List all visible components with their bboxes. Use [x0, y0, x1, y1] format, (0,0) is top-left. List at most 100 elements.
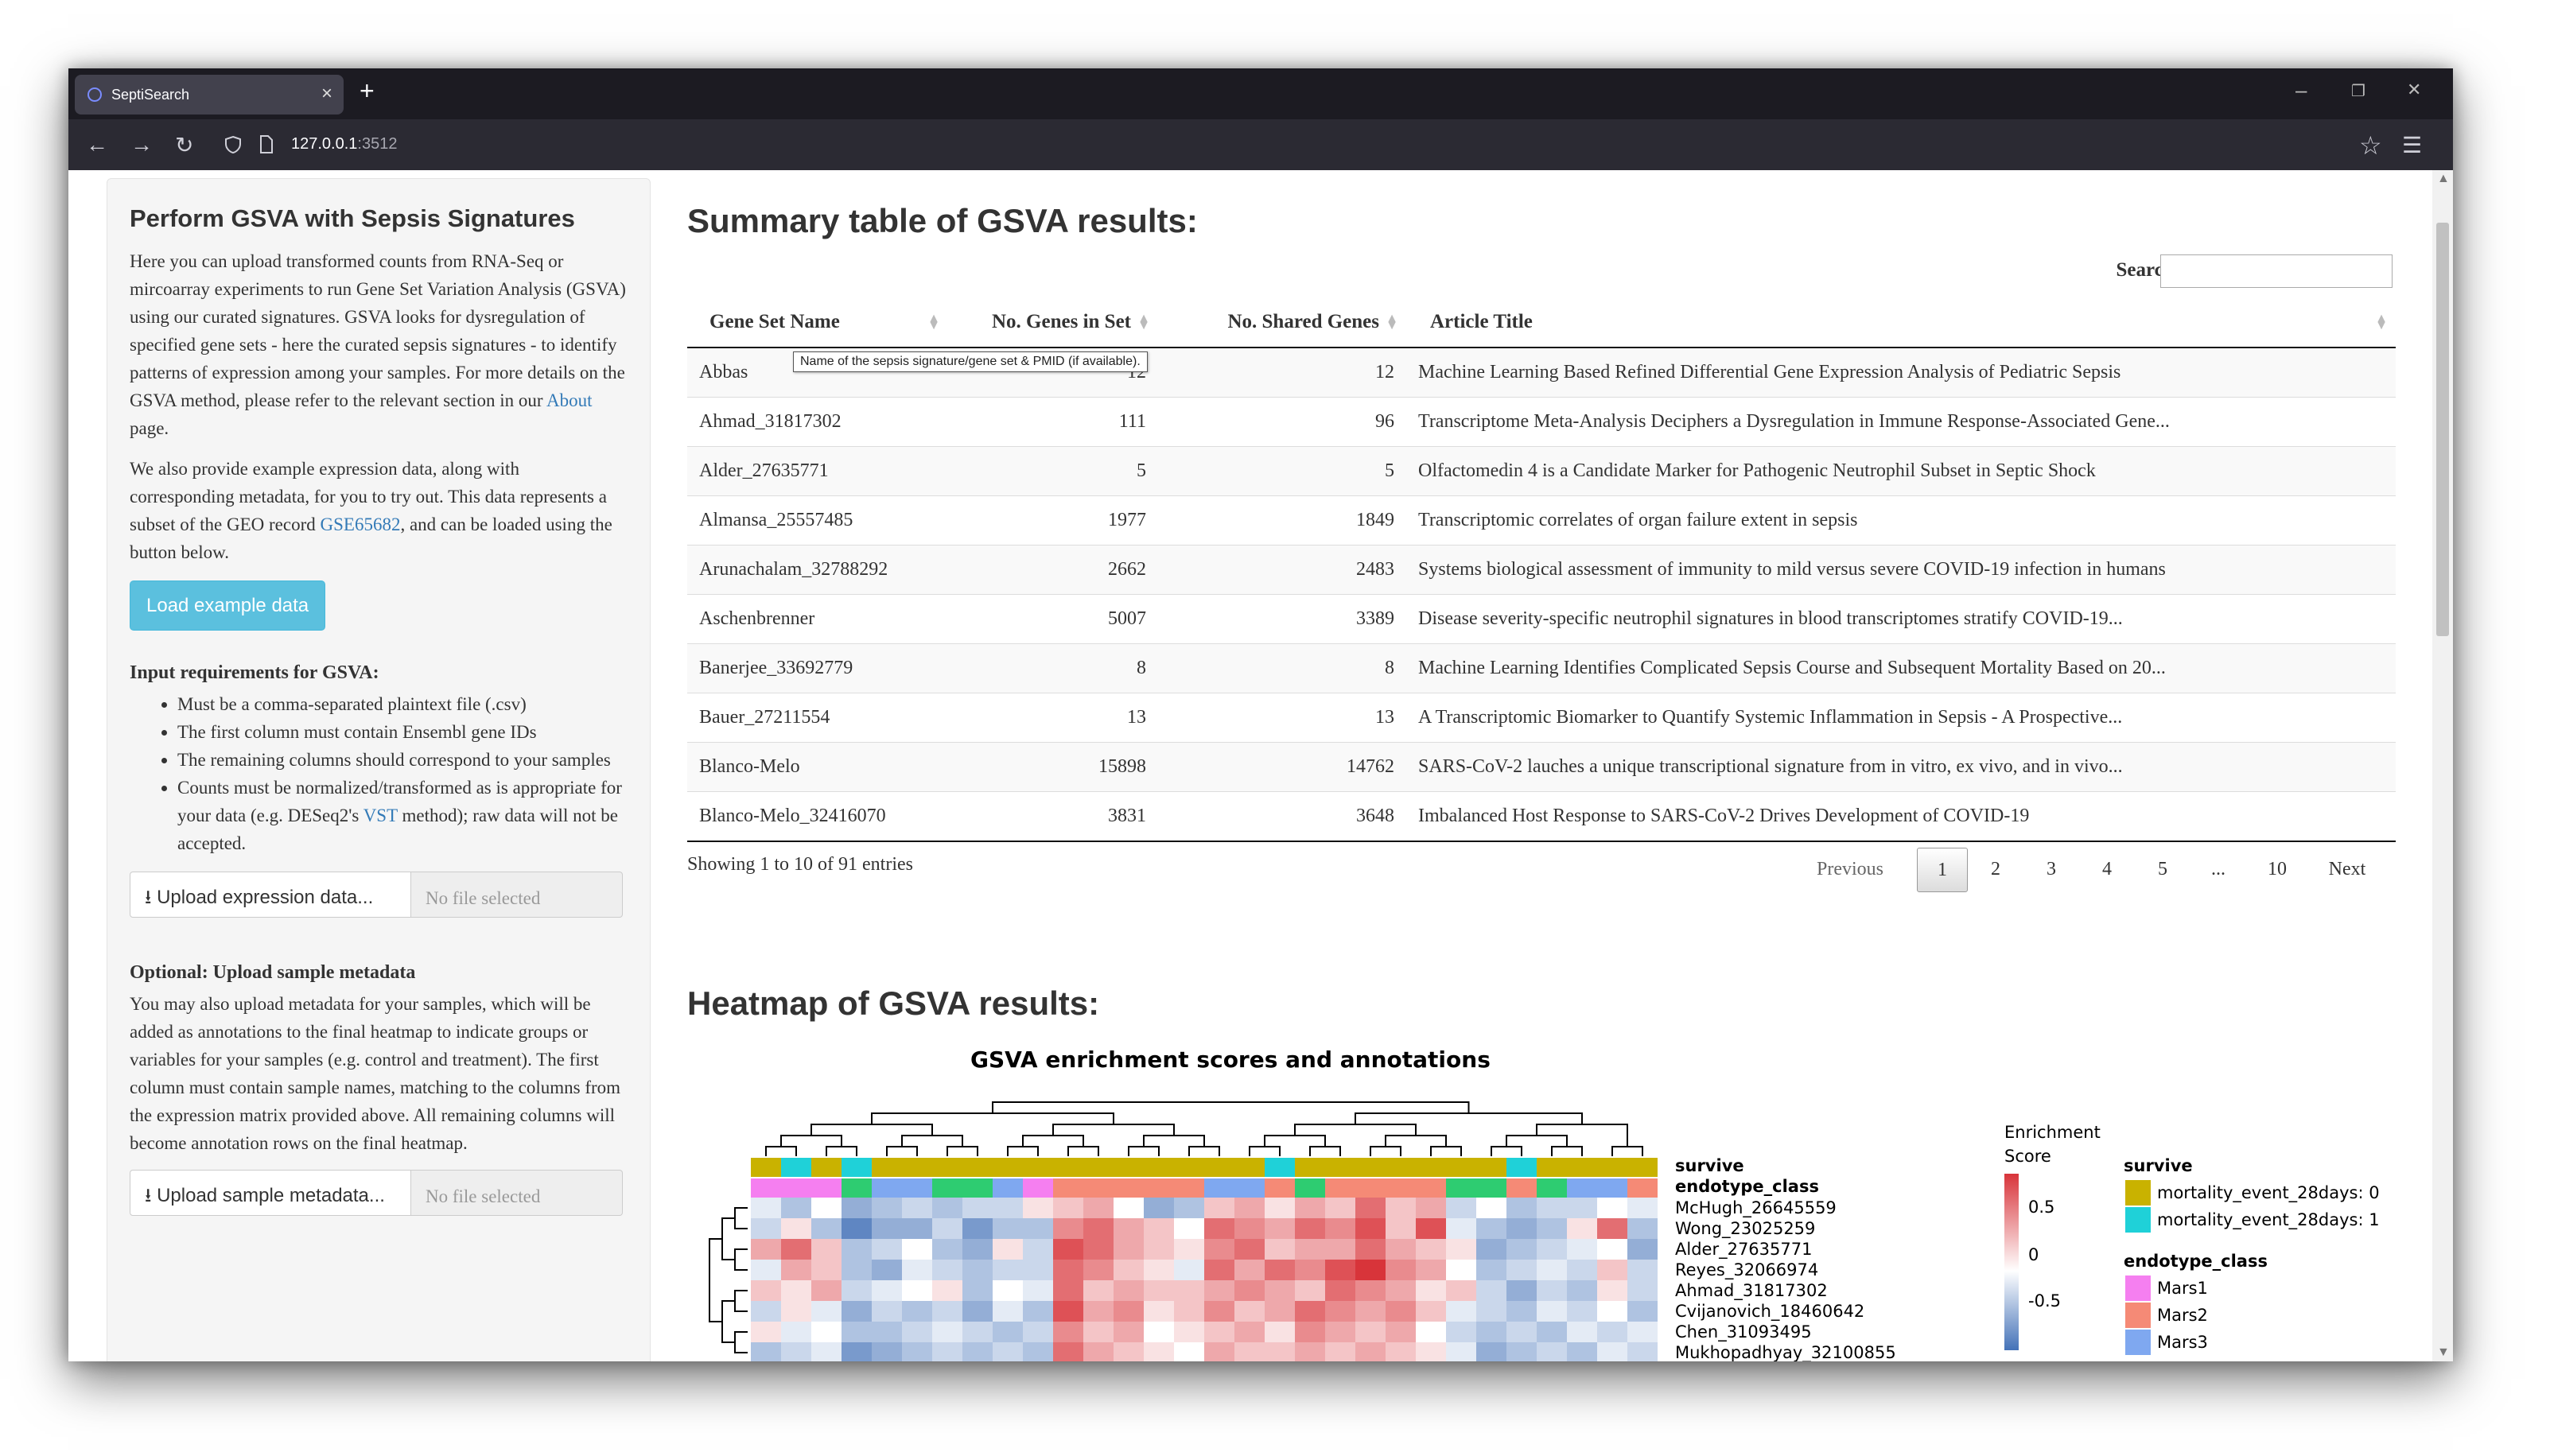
survive-annotation-cell — [1537, 1158, 1567, 1177]
search-input[interactable] — [2160, 254, 2393, 288]
survive-annotation-cell — [1506, 1158, 1537, 1177]
table-row[interactable]: Almansa_25557485 1977 1849 Transcriptomic c… — [687, 495, 2396, 546]
restore-icon[interactable]: ❐ — [2351, 81, 2365, 101]
heatmap-cell — [1234, 1280, 1265, 1301]
survive-legend-title: survive — [2124, 1156, 2193, 1175]
upload-metadata-button[interactable]: ⭳ Upload sample metadata... — [130, 1170, 411, 1216]
new-tab-icon[interactable]: + — [360, 76, 375, 106]
heatmap-cell — [751, 1280, 781, 1301]
heatmap-cell — [872, 1239, 902, 1260]
cell-genes-in-set: 1977 — [948, 495, 1158, 546]
browser-tab[interactable]: SeptiSearch × — [75, 75, 344, 115]
bookmark-star-icon[interactable]: ☆ — [2359, 130, 2382, 161]
heatmap-cell — [1355, 1260, 1386, 1280]
column-header[interactable]: Gene Set Name ▲ ▼ — [687, 297, 948, 348]
column-header[interactable]: No. Shared Genes ▲ ▼ — [1158, 297, 1406, 348]
sort-icon[interactable]: ▲ ▼ — [1386, 313, 1398, 332]
table-info: Showing 1 to 10 of 91 entries — [687, 854, 913, 875]
heatmap-cell — [902, 1239, 932, 1260]
heatmap-cell — [751, 1239, 781, 1260]
heatmap-cell — [1295, 1301, 1325, 1322]
heatmap-cell — [781, 1260, 811, 1280]
heatmap-cell — [751, 1218, 781, 1239]
pagination-page[interactable]: 1 — [1917, 848, 1968, 892]
forward-icon[interactable]: → — [130, 132, 153, 157]
sidebar-title: Perform GSVA with Sepsis Signatures — [130, 204, 575, 232]
shield-icon[interactable] — [224, 135, 242, 154]
close-window-icon[interactable]: ✕ — [2407, 80, 2421, 100]
scrollbar-thumb[interactable] — [2436, 223, 2449, 636]
sort-icon[interactable]: ▲ ▼ — [927, 313, 940, 332]
scroll-down-icon[interactable]: ▼ — [2437, 1345, 2450, 1360]
survive-annotation-cell — [1144, 1158, 1174, 1177]
cell-genes-in-set: 5 — [948, 446, 1158, 496]
heatmap-cell — [1325, 1239, 1355, 1260]
upload-expression-button[interactable]: ⭳ Upload expression data... — [130, 872, 411, 918]
heatmap-cell — [1023, 1260, 1053, 1280]
heatmap-cell — [932, 1260, 962, 1280]
app-menu-icon[interactable]: ☰ — [2402, 132, 2422, 158]
table-row[interactable]: Blanco-Melo 15898 14762 SARS-CoV-2 lauches … — [687, 742, 2396, 792]
endotype-annotation-cell — [1355, 1178, 1386, 1198]
about-link[interactable]: About — [546, 390, 593, 410]
pagination-page[interactable]: 5 — [2138, 848, 2187, 891]
survive-annotation-cell — [1446, 1158, 1476, 1177]
geo-link[interactable]: GSE65682 — [321, 514, 401, 534]
pagination-previous[interactable]: Previous — [1802, 848, 1898, 891]
heatmap-cell — [1174, 1301, 1204, 1322]
pagination-next[interactable]: Next — [2311, 848, 2383, 891]
cell-gene-set-name: Arunachalam_32788292 — [687, 545, 948, 595]
column-header[interactable]: No. Genes in Set ▲ ▼ — [948, 297, 1158, 348]
minimize-icon[interactable]: – — [2295, 78, 2307, 103]
sort-icon[interactable]: ▲ ▼ — [1137, 313, 1150, 332]
table-row[interactable]: Blanco-Melo_32416070 3831 3648 Imbalanced H… — [687, 791, 2396, 842]
heatmap-cell — [1325, 1301, 1355, 1322]
table-row[interactable]: Ahmad_31817302 111 96 Transcriptome Meta-An… — [687, 397, 2396, 447]
reload-icon[interactable]: ↻ — [175, 132, 193, 158]
metadata-file-field[interactable]: No file selected — [411, 1170, 623, 1216]
survive-annotation-cell — [1355, 1158, 1386, 1177]
heatmap-cell — [872, 1218, 902, 1239]
sort-icon[interactable]: ▲ ▼ — [2375, 313, 2388, 332]
annotation-label-survive: survive — [1675, 1156, 1744, 1175]
upload-icon: ⭳ — [145, 887, 152, 908]
column-header[interactable]: Article Title ▲ ▼ — [1406, 297, 2396, 348]
expression-file-field[interactable]: No file selected — [411, 872, 623, 918]
table-row[interactable]: Bauer_27211554 13 13 A Transcriptomic Bioma… — [687, 693, 2396, 743]
heatmap-cell — [872, 1198, 902, 1218]
back-icon[interactable]: ← — [86, 132, 108, 157]
heatmap-cell — [1114, 1280, 1144, 1301]
vst-link[interactable]: VST — [363, 806, 398, 825]
cell-gene-set-name: Ahmad_31817302 — [687, 397, 948, 447]
page-scrollbar[interactable]: ▲ ▼ — [2432, 170, 2453, 1361]
pagination-page[interactable]: 10 — [2249, 848, 2305, 891]
sidebar-panel: Perform GSVA with Sepsis Signatures Here… — [107, 178, 651, 1361]
tab-title: SeptiSearch — [111, 87, 190, 103]
url-bar[interactable]: 127.0.0.1:3512 — [291, 135, 397, 153]
pagination-page[interactable]: 2 — [1971, 848, 2020, 891]
heatmap-cell — [1295, 1260, 1325, 1280]
heatmap-cell — [1144, 1280, 1174, 1301]
table-row[interactable]: Banerjee_33692779 8 8 Machine Learning Iden… — [687, 643, 2396, 693]
intro-paragraph: Here you can upload transformed counts f… — [130, 247, 628, 442]
table-row[interactable]: Arunachalam_32788292 2662 2483 Systems biol… — [687, 545, 2396, 595]
tab-bar: SeptiSearch × + – ❐ ✕ — [68, 68, 2453, 119]
heatmap-cell — [1627, 1342, 1658, 1361]
load-example-button[interactable]: Load example data — [130, 580, 326, 631]
heatmap-row-label: McHugh_26645559 — [1675, 1198, 1837, 1217]
survive-legend-item: mortality_event_28days: 0 — [2157, 1183, 2380, 1202]
endotype-annotation-cell — [1023, 1178, 1053, 1198]
pagination-page[interactable]: 3 — [2027, 848, 2076, 891]
heatmap-cell — [1537, 1218, 1567, 1239]
cell-article-title: Olfactomedin 4 is a Candidate Marker for… — [1406, 446, 2396, 496]
heatmap-cell — [1174, 1342, 1204, 1361]
cell-gene-set-name: Bauer_27211554 — [687, 693, 948, 743]
table-row[interactable]: Aschenbrenner 5007 3389 Disease severity-sp… — [687, 594, 2396, 644]
pagination-page[interactable]: 4 — [2082, 848, 2132, 891]
heatmap-cell — [1476, 1218, 1506, 1239]
scroll-up-icon[interactable]: ▲ — [2437, 172, 2450, 186]
table-row[interactable]: Alder_27635771 5 5 Olfactomedin 4 is a Cand… — [687, 446, 2396, 496]
tab-close-icon[interactable]: × — [321, 83, 332, 105]
heatmap-cell — [932, 1239, 962, 1260]
heatmap-cell — [1537, 1198, 1567, 1218]
